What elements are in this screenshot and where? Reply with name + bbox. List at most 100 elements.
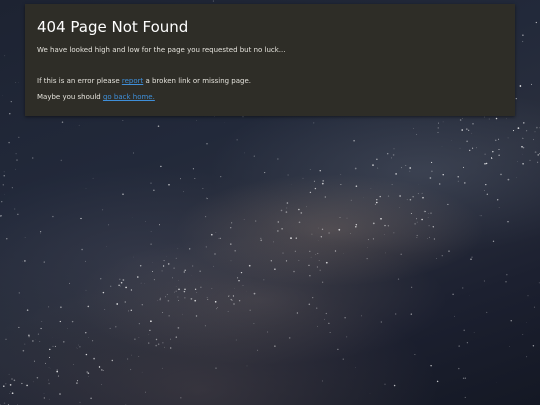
star xyxy=(184,269,186,272)
star xyxy=(324,318,325,320)
star xyxy=(229,226,232,229)
star xyxy=(273,241,275,243)
star xyxy=(9,393,10,394)
star xyxy=(410,313,412,315)
star xyxy=(309,191,312,194)
star xyxy=(127,358,129,360)
star xyxy=(177,296,179,298)
star xyxy=(183,290,186,293)
star xyxy=(11,392,14,395)
star xyxy=(240,271,243,274)
star xyxy=(76,382,78,384)
home-line: Maybe you should go back home. xyxy=(37,93,503,102)
star xyxy=(52,215,54,218)
star xyxy=(255,220,257,222)
star xyxy=(5,383,7,385)
star xyxy=(162,265,165,267)
star xyxy=(48,356,51,358)
star xyxy=(24,343,26,345)
star xyxy=(194,177,196,180)
star xyxy=(366,258,368,260)
star xyxy=(141,304,143,306)
star xyxy=(318,227,319,229)
star xyxy=(311,233,313,235)
star xyxy=(264,172,266,174)
star xyxy=(421,218,423,221)
star xyxy=(11,378,13,380)
star xyxy=(458,367,460,370)
star xyxy=(21,382,23,385)
star xyxy=(342,358,344,360)
star xyxy=(56,370,58,373)
star xyxy=(334,250,337,252)
star xyxy=(138,323,140,325)
star xyxy=(3,385,5,387)
home-link[interactable]: go back home. xyxy=(103,93,155,101)
star xyxy=(521,40,524,43)
star xyxy=(532,345,535,347)
star xyxy=(374,203,376,205)
star xyxy=(526,130,528,132)
star xyxy=(11,187,13,189)
star xyxy=(28,335,30,338)
star xyxy=(161,367,163,369)
star xyxy=(350,232,351,234)
star xyxy=(427,217,429,218)
star xyxy=(204,325,206,327)
star xyxy=(71,320,74,323)
star xyxy=(3,171,5,173)
star xyxy=(521,146,523,148)
report-link[interactable]: report xyxy=(122,77,143,85)
star xyxy=(244,152,245,154)
star xyxy=(102,209,104,211)
star xyxy=(313,122,315,124)
star xyxy=(534,131,536,133)
star xyxy=(538,282,540,284)
star xyxy=(459,119,462,121)
star xyxy=(36,377,39,379)
star xyxy=(346,336,348,338)
star xyxy=(533,306,536,308)
star xyxy=(510,320,512,322)
star xyxy=(452,293,454,296)
star xyxy=(166,294,168,295)
star xyxy=(328,322,330,324)
star xyxy=(195,315,198,317)
star xyxy=(153,279,155,281)
star xyxy=(318,259,320,262)
star xyxy=(395,173,397,175)
star xyxy=(531,83,532,85)
star xyxy=(214,301,217,303)
star xyxy=(429,177,432,179)
star xyxy=(150,320,152,323)
star xyxy=(163,260,165,262)
star xyxy=(162,342,164,344)
star xyxy=(306,206,307,208)
star xyxy=(379,195,381,198)
star xyxy=(372,222,375,225)
star xyxy=(392,154,395,156)
star xyxy=(184,297,186,299)
star xyxy=(194,299,197,302)
star xyxy=(56,369,58,371)
star xyxy=(527,295,529,297)
star xyxy=(343,253,344,254)
star xyxy=(159,224,160,226)
star xyxy=(175,257,177,260)
star xyxy=(309,275,311,277)
star xyxy=(157,125,160,127)
star xyxy=(120,285,122,287)
star xyxy=(155,338,158,341)
star xyxy=(322,281,324,283)
star xyxy=(328,232,330,234)
star xyxy=(522,162,524,165)
star xyxy=(536,126,538,129)
star xyxy=(286,207,288,209)
star xyxy=(517,127,520,129)
star xyxy=(90,397,92,400)
star xyxy=(60,159,63,162)
star xyxy=(471,256,473,258)
star xyxy=(274,268,276,271)
star xyxy=(192,168,194,170)
star xyxy=(277,230,279,232)
